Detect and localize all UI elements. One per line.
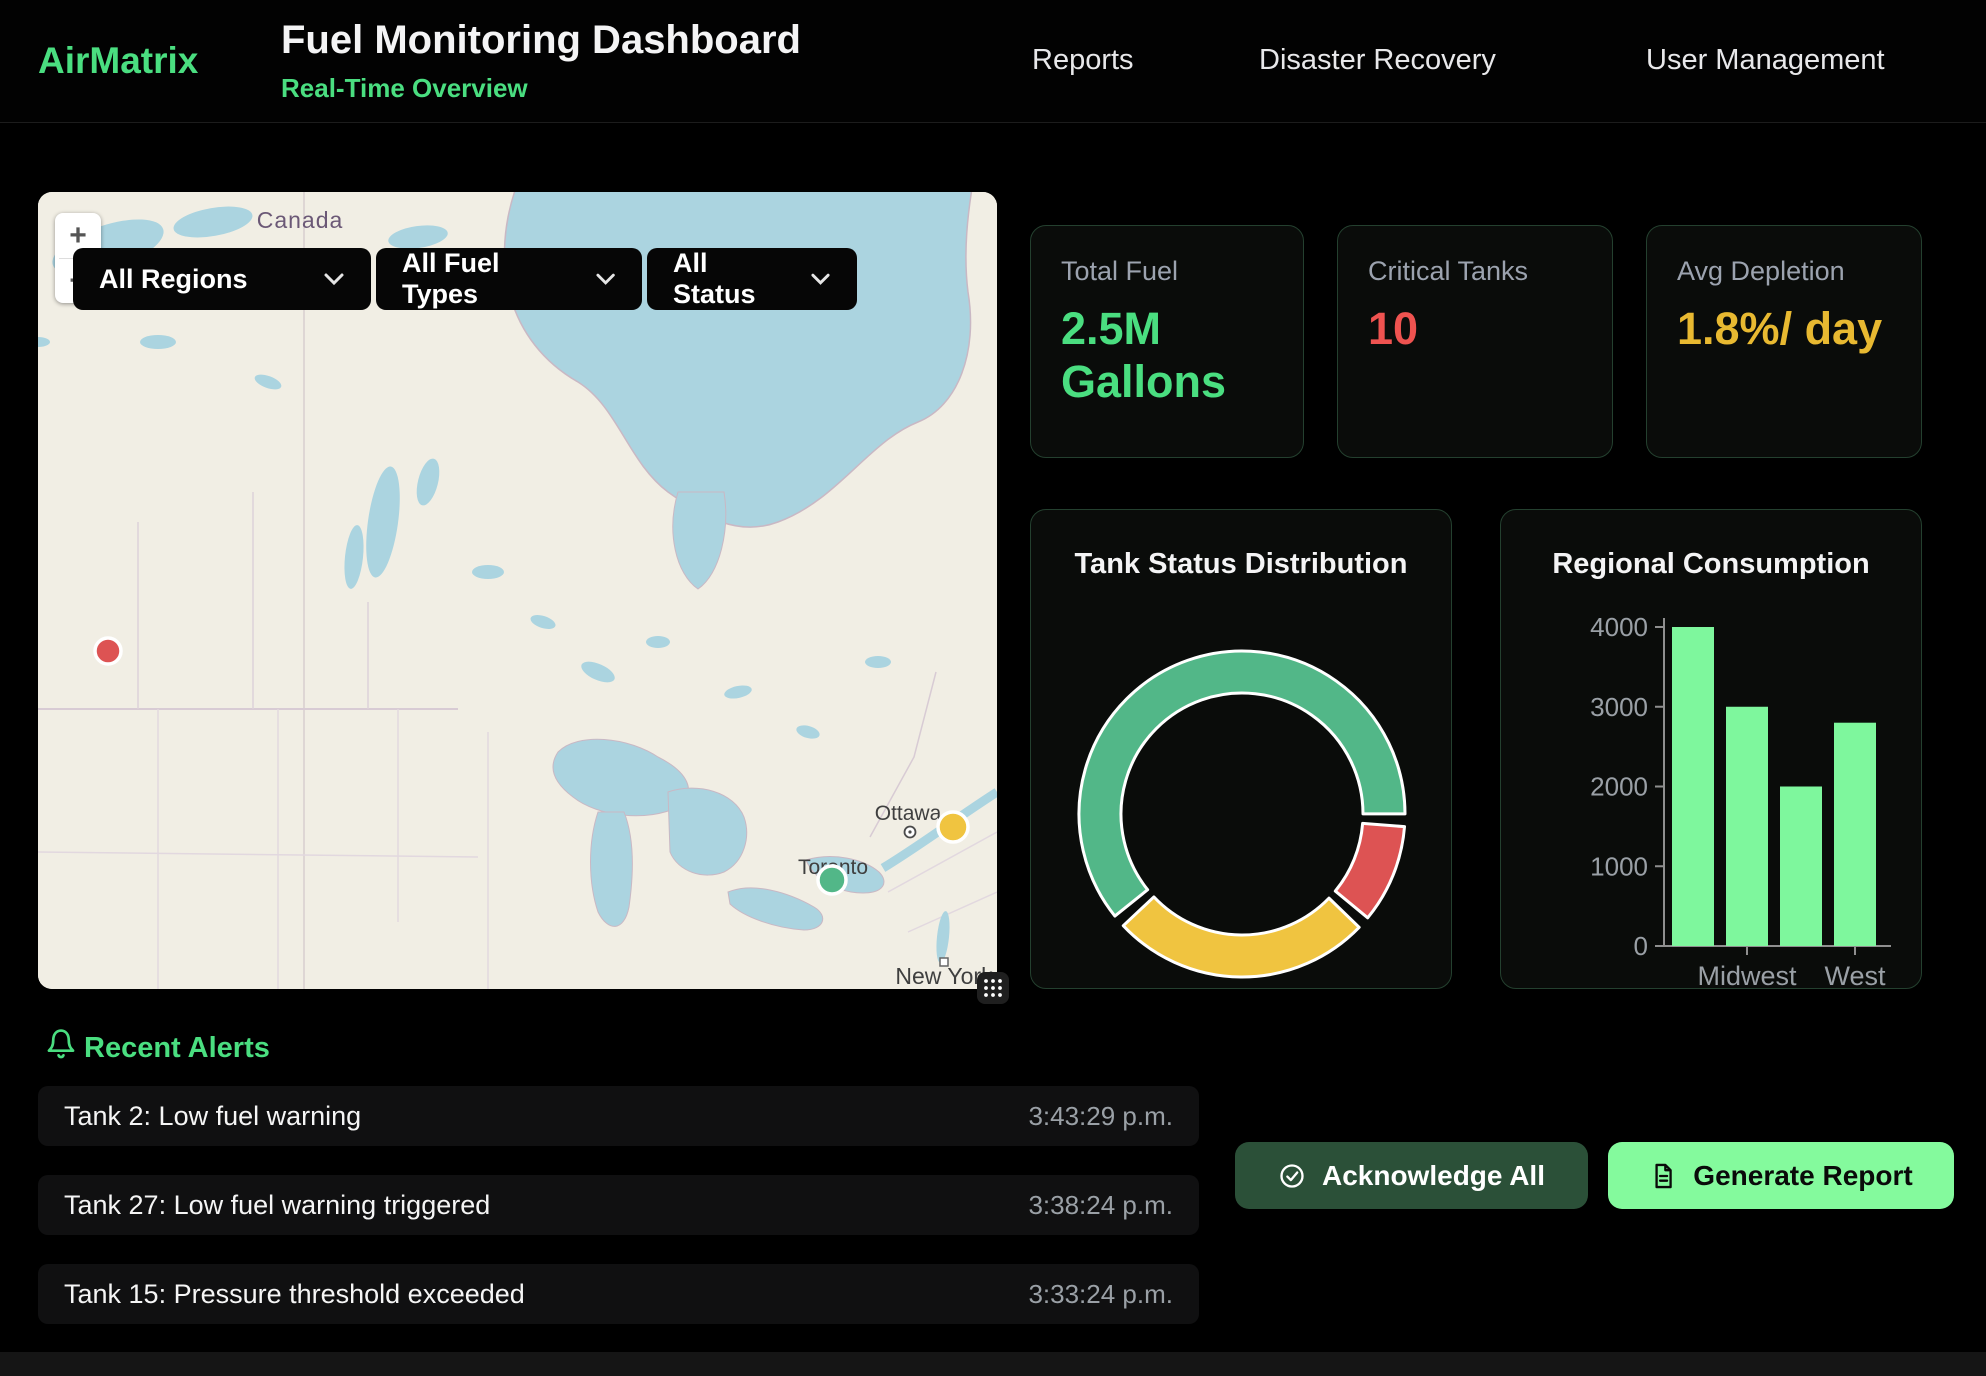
- svg-text:Midwest: Midwest: [1697, 961, 1797, 990]
- stat-label: Avg Depletion: [1677, 256, 1845, 287]
- acknowledge-all-button[interactable]: Acknowledge All: [1235, 1142, 1588, 1209]
- svg-text:0: 0: [1634, 931, 1648, 961]
- fuel-type-filter-label: All Fuel Types: [402, 248, 577, 310]
- svg-text:4000: 4000: [1590, 612, 1648, 642]
- chevron-down-icon: [323, 272, 345, 286]
- acknowledge-all-label: Acknowledge All: [1322, 1160, 1545, 1192]
- map-label-ottawa: Ottawa: [875, 802, 942, 825]
- svg-text:West: West: [1824, 961, 1886, 990]
- page-subtitle: Real-Time Overview: [281, 73, 528, 104]
- generate-report-label: Generate Report: [1693, 1160, 1912, 1192]
- tank-marker-normal[interactable]: [818, 866, 846, 894]
- document-icon: [1649, 1162, 1677, 1190]
- map-drag-handle[interactable]: [977, 972, 1009, 1004]
- nav-item-user-management[interactable]: User Management: [1646, 44, 1885, 77]
- stat-card-critical-tanks: Critical Tanks 10: [1337, 225, 1613, 458]
- alert-message: Tank 2: Low fuel warning: [64, 1101, 361, 1132]
- alert-timestamp: 3:43:29 p.m.: [1028, 1101, 1173, 1132]
- stat-card-avg-depletion: Avg Depletion 1.8%/ day: [1646, 225, 1922, 458]
- tank-marker-critical[interactable]: [95, 638, 121, 664]
- status-filter-select[interactable]: All Status: [647, 248, 857, 310]
- brand-logo: AirMatrix: [38, 40, 198, 82]
- tank-status-card: Tank Status Distribution: [1030, 509, 1452, 989]
- map-canvas[interactable]: Canada Ottawa Toronto New York: [38, 192, 997, 989]
- stat-label: Critical Tanks: [1368, 256, 1528, 287]
- nav-item-disaster-recovery[interactable]: Disaster Recovery: [1259, 44, 1496, 77]
- region-filter-select[interactable]: All Regions: [73, 248, 371, 310]
- svg-text:3000: 3000: [1590, 692, 1648, 722]
- stat-label: Total Fuel: [1061, 256, 1178, 287]
- nav-item-reports[interactable]: Reports: [1032, 44, 1134, 77]
- check-circle-icon: [1278, 1162, 1306, 1190]
- alert-message: Tank 27: Low fuel warning triggered: [64, 1190, 490, 1221]
- window-bottom-strip: [0, 1352, 1986, 1376]
- map-label-canada: Canada: [257, 207, 344, 233]
- alert-timestamp: 3:38:24 p.m.: [1028, 1190, 1173, 1221]
- alert-list-item[interactable]: Tank 27: Low fuel warning triggered 3:38…: [38, 1175, 1199, 1235]
- map-tiles: Canada Ottawa Toronto New York: [38, 192, 997, 989]
- stat-value: 2.5M Gallons: [1061, 302, 1271, 408]
- alert-timestamp: 3:33:24 p.m.: [1028, 1279, 1173, 1310]
- tank-marker-warning[interactable]: [938, 812, 968, 842]
- regional-consumption-card: Regional Consumption 01000200030004000Mi…: [1500, 509, 1922, 989]
- svg-text:1000: 1000: [1590, 851, 1648, 881]
- regional-consumption-bars: 0 1000 2000 3000 4000 Midwest West: [1501, 510, 1923, 990]
- tank-status-donut: [1031, 510, 1453, 990]
- chevron-down-icon: [595, 272, 616, 286]
- stat-card-total-fuel: Total Fuel 2.5M Gallons: [1030, 225, 1304, 458]
- page-title: Fuel Monitoring Dashboard: [281, 18, 801, 63]
- alert-list-item[interactable]: Tank 15: Pressure threshold exceeded 3:3…: [38, 1264, 1199, 1324]
- bell-icon: [44, 1026, 78, 1062]
- fuel-type-filter-select[interactable]: All Fuel Types: [376, 248, 642, 310]
- alert-list-item[interactable]: Tank 2: Low fuel warning 3:43:29 p.m.: [38, 1086, 1199, 1146]
- region-filter-label: All Regions: [99, 264, 248, 295]
- svg-text:2000: 2000: [1590, 772, 1648, 802]
- stat-value: 10: [1368, 302, 1578, 355]
- status-filter-label: All Status: [673, 248, 792, 310]
- generate-report-button[interactable]: Generate Report: [1608, 1142, 1954, 1209]
- grip-dots-icon: [982, 977, 1004, 999]
- stat-value: 1.8%/ day: [1677, 302, 1887, 355]
- chevron-down-icon: [810, 272, 831, 286]
- header-bar: AirMatrix Fuel Monitoring Dashboard Real…: [0, 0, 1986, 123]
- alerts-section-title: Recent Alerts: [84, 1032, 270, 1065]
- alert-message: Tank 15: Pressure threshold exceeded: [64, 1279, 525, 1310]
